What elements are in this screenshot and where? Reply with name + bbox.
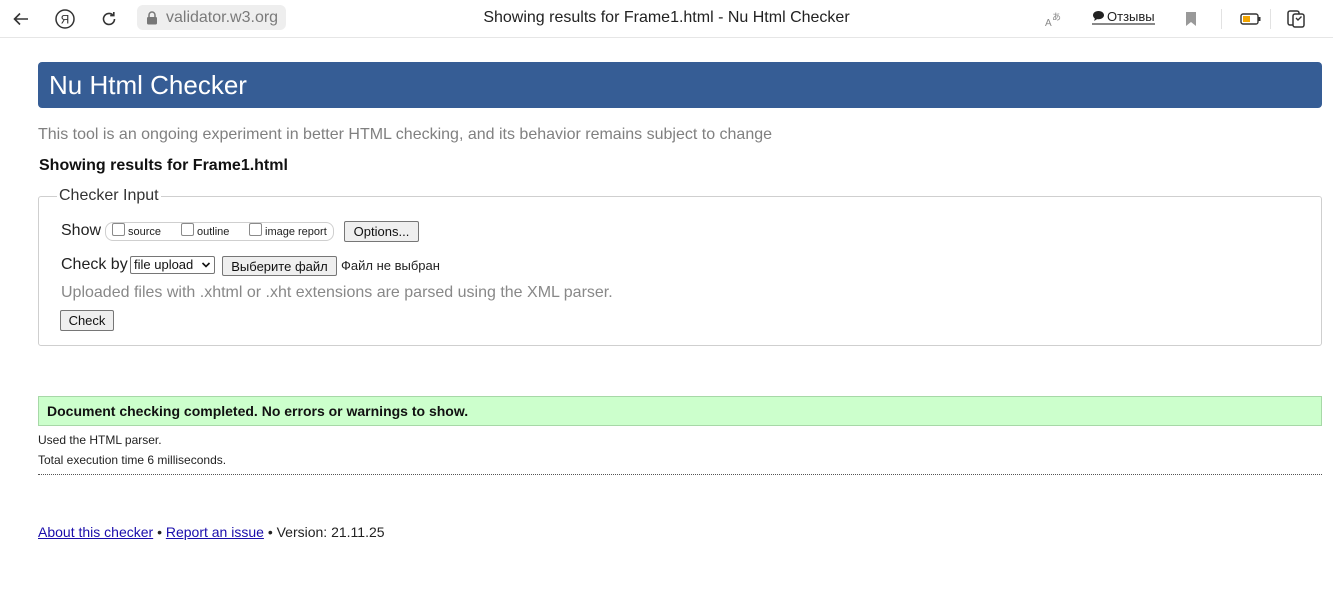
no-file-text: Файл не выбран [341, 258, 440, 273]
image-report-checkbox[interactable] [249, 223, 262, 236]
footer: About this checker • Report an issue • V… [38, 524, 385, 540]
reviews-underline [1092, 23, 1155, 25]
success-message: Document checking completed. No errors o… [38, 396, 1322, 426]
xml-parser-note: Uploaded files with .xhtml or .xht exten… [61, 284, 613, 301]
choose-file-button[interactable]: Выберите файл [222, 256, 337, 276]
options-button[interactable]: Options... [344, 221, 419, 242]
toolbar-divider [1270, 9, 1271, 29]
execution-time-note: Total execution time 6 milliseconds. [38, 453, 227, 467]
source-checkbox[interactable] [112, 223, 125, 236]
outline-checkbox[interactable] [181, 223, 194, 236]
translate-icon[interactable]: Aあ [1041, 7, 1065, 31]
battery-icon[interactable] [1239, 7, 1263, 31]
version-text: Version: 21.11.25 [276, 524, 385, 540]
check-by-value: file upload [134, 257, 194, 272]
checker-input-legend: Checker Input [57, 187, 161, 205]
footer-separator: • [157, 524, 162, 540]
source-checkbox-label[interactable]: source [128, 226, 161, 238]
browser-toolbar: Я validator.w3.org Showing results for F… [0, 0, 1333, 38]
svg-text:Я: Я [61, 13, 70, 27]
toolbar-divider [1221, 9, 1222, 29]
image-report-checkbox-label[interactable]: image report [265, 226, 327, 238]
page-header: Nu Html Checker [38, 62, 1322, 108]
reload-icon[interactable] [97, 7, 121, 31]
parser-note: Used the HTML parser. [38, 433, 162, 447]
footer-separator: • [267, 524, 273, 540]
outline-checkbox-label[interactable]: outline [197, 226, 229, 238]
collections-icon[interactable] [1284, 7, 1308, 31]
show-label: Show [61, 222, 102, 239]
report-issue-link[interactable]: Report an issue [166, 524, 264, 540]
address-bar[interactable]: validator.w3.org [137, 5, 286, 30]
lock-icon[interactable] [143, 9, 161, 27]
reviews-label: Отзывы [1107, 8, 1155, 24]
check-by-select[interactable]: file upload [130, 256, 215, 274]
about-link[interactable]: About this checker [38, 524, 153, 540]
back-arrow-icon[interactable] [9, 7, 33, 31]
bookmark-icon[interactable] [1179, 7, 1203, 31]
url-text: validator.w3.org [166, 8, 279, 26]
svg-text:A: A [1045, 18, 1052, 29]
results-heading: Showing results for Frame1.html [39, 157, 288, 174]
check-by-label: Check by [61, 256, 128, 273]
page-subtitle: This tool is an ongoing experiment in be… [38, 126, 773, 143]
yandex-icon[interactable]: Я [53, 7, 77, 31]
svg-text:あ: あ [1052, 12, 1061, 22]
comment-icon [1092, 10, 1105, 22]
chevron-down-icon [201, 257, 211, 279]
check-button[interactable]: Check [60, 310, 114, 331]
divider [38, 474, 1322, 475]
